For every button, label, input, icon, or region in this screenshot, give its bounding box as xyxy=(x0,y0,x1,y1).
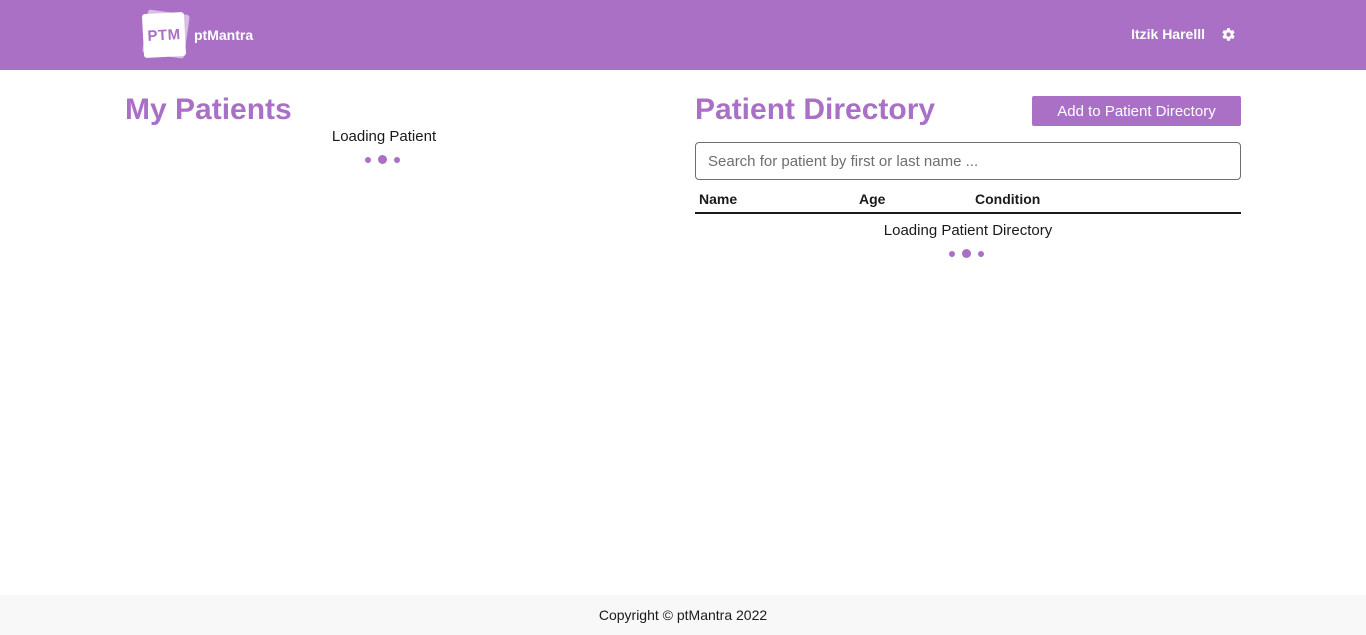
directory-loading-text: Loading Patient Directory xyxy=(883,222,1053,239)
copyright-text: Copyright © ptMantra 2022 xyxy=(598,607,768,623)
my-patients-loading-spinner xyxy=(365,155,400,164)
patient-directory-title: Patient Directory xyxy=(695,93,936,126)
logo-mark-text: PTM xyxy=(146,25,182,45)
logo-mark: PTM xyxy=(141,9,190,59)
my-patients-loading-text: Loading Patient xyxy=(331,128,437,145)
patient-search-input[interactable] xyxy=(695,142,1241,180)
user-menu: Itzik Harelll xyxy=(1131,26,1236,42)
column-header-name[interactable]: Name xyxy=(699,191,737,207)
page-footer: Copyright © ptMantra 2022 xyxy=(0,595,1366,635)
column-header-age[interactable]: Age xyxy=(859,191,885,207)
column-header-condition[interactable]: Condition xyxy=(975,191,1040,207)
my-patients-title: My Patients xyxy=(125,93,292,126)
user-name[interactable]: Itzik Harelll xyxy=(1131,26,1205,42)
app-logo[interactable]: PTM ptMantra xyxy=(141,9,254,59)
top-navbar: PTM ptMantra Itzik Harelll xyxy=(0,0,1366,70)
patient-table-header: Name Age Condition xyxy=(695,190,1241,214)
logo-text: ptMantra xyxy=(194,27,254,43)
directory-loading-spinner xyxy=(949,249,984,258)
add-to-patient-directory-button[interactable]: Add to Patient Directory xyxy=(1032,96,1241,126)
gear-icon[interactable] xyxy=(1220,26,1236,42)
